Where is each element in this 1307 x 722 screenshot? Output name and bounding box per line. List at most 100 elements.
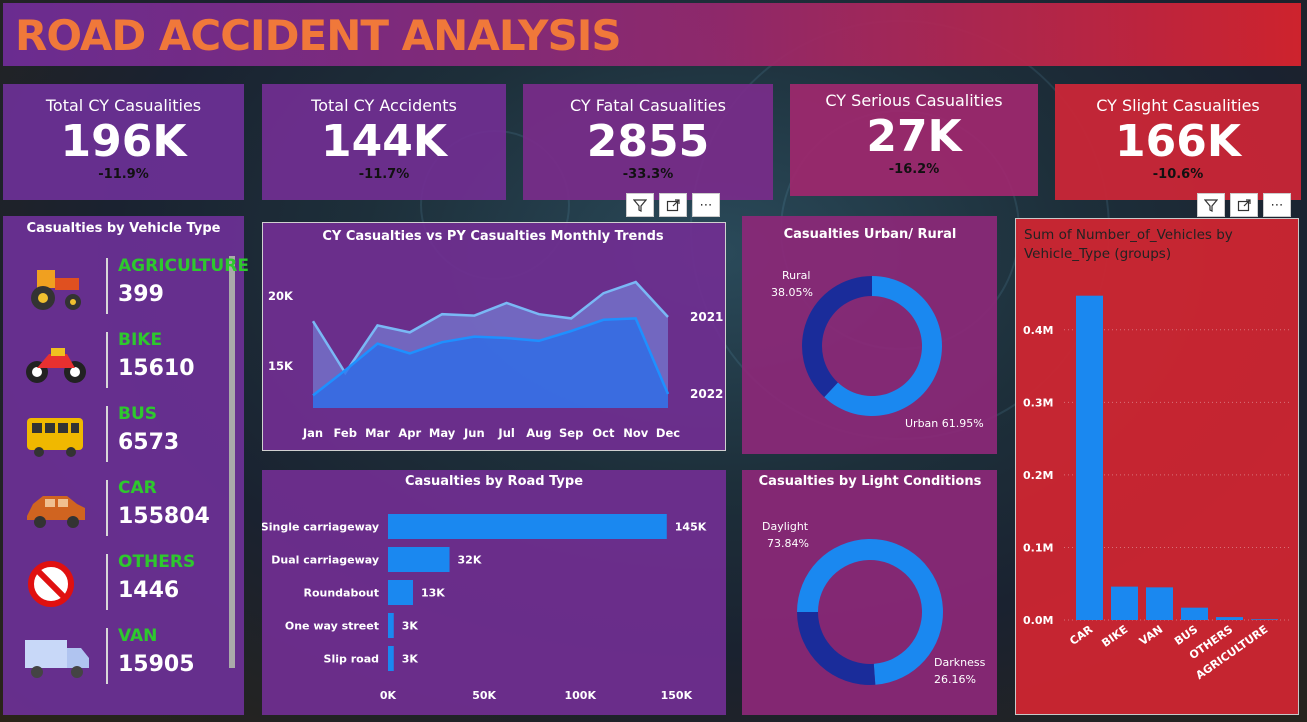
vehicle-name: CAR [118, 478, 157, 498]
list-item: OTHERS 1446 [3, 552, 233, 612]
chart-title: Casualties by Light Conditions [759, 474, 982, 489]
vehicles-by-type-chart[interactable]: Sum of Number_of_Vehicles by Vehicle_Typ… [1015, 218, 1299, 715]
series-label: 2022 [690, 387, 723, 401]
bus-icon [27, 418, 83, 457]
donut-slice-darkness [797, 612, 876, 685]
bar [388, 514, 667, 539]
chart-title-line2: Vehicle_Type (groups) [1024, 246, 1171, 262]
y-tick-label: 15K [268, 359, 294, 373]
kpi-card-fatal-casualties[interactable]: CY Fatal Casualities 2855 -33.3% [523, 84, 773, 200]
panel-title: Casualties by Vehicle Type [26, 221, 221, 236]
x-tick-label: Aug [526, 426, 551, 440]
x-tick-label: Nov [623, 426, 649, 440]
separator [106, 258, 108, 314]
vehicle-value: 15905 [118, 652, 195, 677]
kpi-label: CY Serious Casualities [825, 91, 1003, 110]
vehicle-name: BUS [118, 404, 158, 424]
chart-title: Casualties by Road Type [405, 474, 583, 489]
light-conditions-chart[interactable]: Casualties by Light Conditions Daylight 7… [742, 470, 997, 715]
y-tick-label: 0.3M [1023, 396, 1053, 409]
slice-label: Urban 61.95% [905, 417, 984, 430]
focus-mode-icon[interactable] [1230, 193, 1258, 217]
chart-title-line1: Sum of Number_of_Vehicles by [1024, 227, 1233, 243]
vehicle-value: 6573 [118, 430, 180, 455]
bar-value-label: 3K [402, 620, 419, 633]
kpi-card-serious-casualties[interactable]: CY Serious Casualities 27K -16.2% [790, 84, 1038, 196]
filter-icon[interactable] [1197, 193, 1225, 217]
bar [1251, 619, 1278, 620]
more-options-icon[interactable]: ⋯ [692, 193, 720, 217]
prohibited-icon [28, 561, 74, 607]
separator [106, 554, 108, 610]
kpi-value: 2855 [586, 116, 710, 167]
x-tick-label: VAN [1137, 623, 1165, 648]
x-tick-label: Jul [497, 426, 514, 440]
kpi-value: 27K [866, 111, 962, 162]
slice-label: Rural [782, 269, 810, 282]
x-tick-label: BIKE [1099, 623, 1130, 650]
bar [388, 547, 450, 572]
separator [106, 406, 108, 462]
bar [388, 580, 413, 605]
x-tick-label: Jan [302, 426, 323, 440]
visual-header-toolbar-2: ⋯ [1197, 193, 1291, 217]
urban-rural-chart[interactable]: Casualties Urban/ Rural Rural 38.05% Urban… [742, 216, 997, 454]
vehicle-value: 399 [118, 282, 164, 307]
page-title: ROAD ACCIDENT ANALYSIS [15, 11, 622, 60]
x-tick-label: May [429, 426, 456, 440]
focus-mode-icon[interactable] [659, 193, 687, 217]
kpi-label: Total CY Accidents [311, 96, 457, 115]
vehicle-name: VAN [118, 626, 158, 646]
bar [1076, 295, 1103, 620]
filter-icon[interactable] [626, 193, 654, 217]
kpi-label: Total CY Casualities [45, 96, 202, 115]
separator [106, 332, 108, 388]
bar-value-label: 32K [458, 554, 482, 567]
car-icon [27, 496, 85, 528]
kpi-change: -11.9% [98, 167, 149, 182]
slice-label: Darkness [934, 656, 986, 669]
y-tick-label: 0.0M [1023, 614, 1053, 627]
x-tick-label: Oct [592, 426, 615, 440]
kpi-change: -16.2% [888, 162, 940, 177]
bar-value-label: 3K [402, 653, 419, 666]
chart-title: Casualties Urban/ Rural [784, 227, 957, 242]
list-item: BIKE 15610 [3, 330, 233, 390]
road-type-chart[interactable]: Casualties by Road Type Single carriagew… [261, 470, 726, 715]
x-tick-label: Feb [334, 426, 357, 440]
bar-value-label: 145K [675, 521, 707, 534]
kpi-value: 196K [60, 116, 187, 167]
x-tick-label: Apr [398, 426, 421, 440]
kpi-card-total-casualties[interactable]: Total CY Casualities 196K -11.9% [3, 84, 244, 200]
more-options-icon[interactable]: ⋯ [1263, 193, 1291, 217]
bar [1216, 617, 1243, 620]
kpi-label: CY Slight Casualities [1096, 96, 1260, 115]
urban-rural-svg: Casualties Urban/ Rural Rural 38.05% Urban… [771, 227, 984, 430]
list-item: VAN 15905 [3, 626, 233, 686]
vehicle-name: BIKE [118, 330, 163, 350]
y-tick-label: 0.2M [1023, 469, 1053, 482]
slice-value-label: 38.05% [771, 286, 813, 299]
x-tick-label: Jun [463, 426, 485, 440]
bar [1146, 587, 1173, 620]
vehicle-name: AGRICULTURE [118, 256, 249, 276]
y-tick-label: 0.1M [1023, 541, 1053, 554]
kpi-value: 166K [1115, 116, 1241, 167]
kpi-card-slight-casualties[interactable]: CY Slight Casualities 166K -10.6% [1055, 84, 1301, 200]
vehicle-type-panel: Casualties by Vehicle Type AGRICULTURE 3… [3, 216, 249, 715]
list-item: CAR 155804 [3, 478, 233, 538]
list-item: AGRICULTURE 399 [3, 256, 249, 316]
bar [388, 613, 394, 638]
bar-category-label: Roundabout [303, 587, 379, 600]
vehicle-value: 155804 [118, 504, 210, 529]
bar-category-label: Slip road [324, 653, 379, 666]
bar [388, 646, 394, 671]
monthly-trend-chart[interactable]: CY Casualties vs PY Casualties Monthly T… [262, 222, 726, 451]
x-tick-label: Mar [365, 426, 390, 440]
vehicles-svg: Sum of Number_of_Vehicles by Vehicle_Typ… [1023, 227, 1292, 682]
kpi-change: -10.6% [1152, 167, 1204, 182]
list-item: BUS 6573 [3, 404, 233, 464]
kpi-card-total-accidents[interactable]: Total CY Accidents 144K -11.7% [262, 84, 506, 200]
x-tick-label: 0K [380, 689, 397, 702]
kpi-change: -33.3% [622, 167, 674, 182]
